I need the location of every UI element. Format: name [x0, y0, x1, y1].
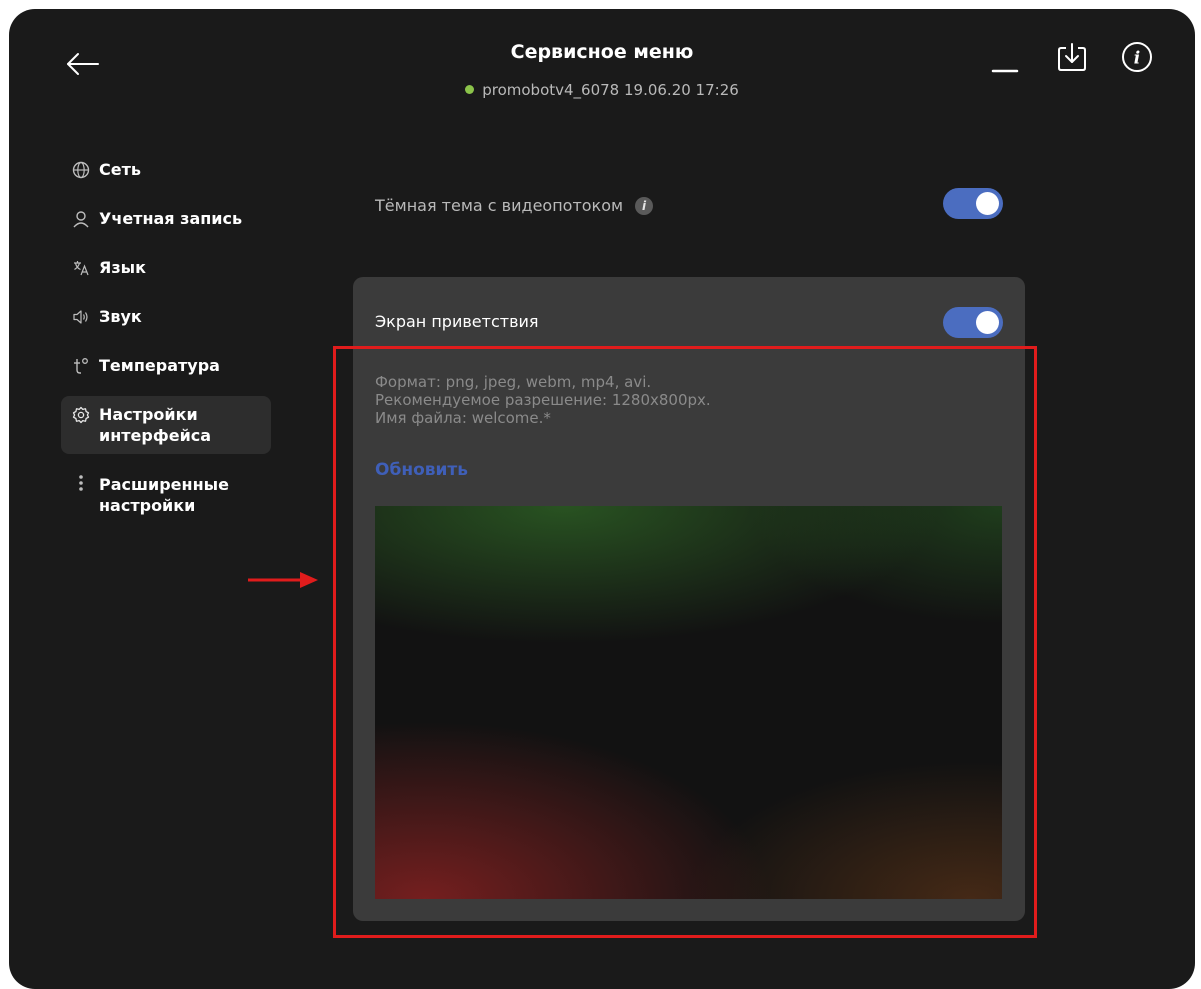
info-badge-icon[interactable]: i — [635, 197, 654, 215]
dark-theme-toggle[interactable] — [943, 188, 1003, 219]
annotation-arrow-icon — [248, 572, 318, 588]
status-dot-icon — [465, 85, 475, 94]
sidebar-item-language[interactable]: Язык — [61, 249, 271, 286]
sidebar-item-label: Учетная запись — [99, 209, 243, 228]
speaker-icon — [71, 306, 91, 327]
sidebar-item-account[interactable]: Учетная запись — [61, 200, 271, 237]
dark-theme-label: Тёмная тема с видеопотоком i — [375, 196, 654, 215]
sidebar-item-label: Температура — [99, 356, 220, 375]
sidebar-item-label: Расширенные настройки — [99, 475, 229, 515]
sidebar-item-temperature[interactable]: Температура — [61, 347, 271, 384]
gear-icon — [71, 404, 91, 425]
welcome-screen-label: Экран приветствия — [375, 312, 539, 331]
welcome-screen-toggle[interactable] — [943, 307, 1003, 338]
device-status: promobotv4_6078 19.06.20 17:26 — [9, 81, 1195, 99]
user-icon — [71, 208, 91, 229]
sidebar-item-sound[interactable]: Звук — [61, 298, 271, 335]
svg-text:i: i — [1134, 49, 1140, 69]
sidebar-item-label: Сеть — [99, 160, 141, 179]
sidebar-item-label: Звук — [99, 307, 142, 326]
sidebar-item-label: Язык — [99, 258, 146, 277]
more-vertical-icon — [71, 474, 91, 495]
globe-icon — [71, 159, 91, 180]
sidebar: Сеть Учетная запись Язык Звук Температур… — [61, 151, 271, 536]
dark-theme-label-text: Тёмная тема с видеопотоком — [375, 196, 624, 215]
sidebar-item-network[interactable]: Сеть — [61, 151, 271, 188]
sidebar-item-interface-settings[interactable]: Настройки интерфейса — [61, 396, 271, 454]
toggle-knob — [976, 192, 999, 215]
translate-icon — [71, 257, 91, 278]
dark-theme-setting: Тёмная тема с видеопотоком i — [365, 192, 1005, 222]
minimize-icon[interactable] — [989, 49, 1021, 75]
device-status-text: promobotv4_6078 19.06.20 17:26 — [482, 81, 739, 99]
download-icon[interactable] — [1055, 41, 1089, 75]
temperature-icon — [71, 355, 91, 376]
toggle-knob — [976, 311, 999, 334]
sidebar-item-label: Настройки интерфейса — [99, 405, 212, 445]
annotation-highlight-box — [333, 346, 1037, 938]
info-icon[interactable]: i — [1120, 40, 1154, 74]
sidebar-item-advanced-settings[interactable]: Расширенные настройки — [61, 466, 271, 524]
